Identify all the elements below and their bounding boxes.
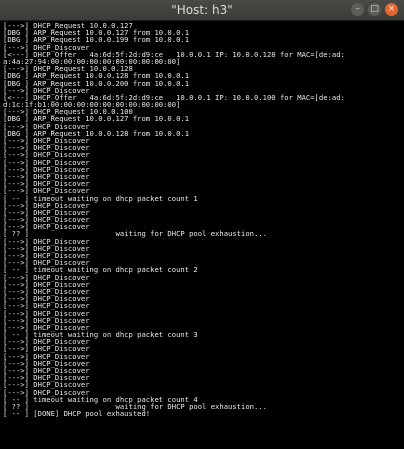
terminal-line: [ -- ] [DONE] DHCP pool exhausted! — [3, 409, 151, 419]
minimize-icon[interactable]: – — [351, 3, 364, 16]
maximize-icon[interactable]: □ — [368, 3, 381, 16]
terminal-window: "Host: h3" – □ × [--->] DHCP_Request 10.… — [0, 0, 404, 449]
title-bar[interactable]: "Host: h3" – □ × — [0, 0, 404, 21]
window-title: "Host: h3" — [171, 3, 233, 17]
terminal-output[interactable]: [--->] DHCP_Request 10.0.0.127 [DBG ] ARP… — [3, 22, 402, 449]
window-controls: – □ × — [351, 3, 398, 16]
close-icon[interactable]: × — [385, 3, 398, 16]
